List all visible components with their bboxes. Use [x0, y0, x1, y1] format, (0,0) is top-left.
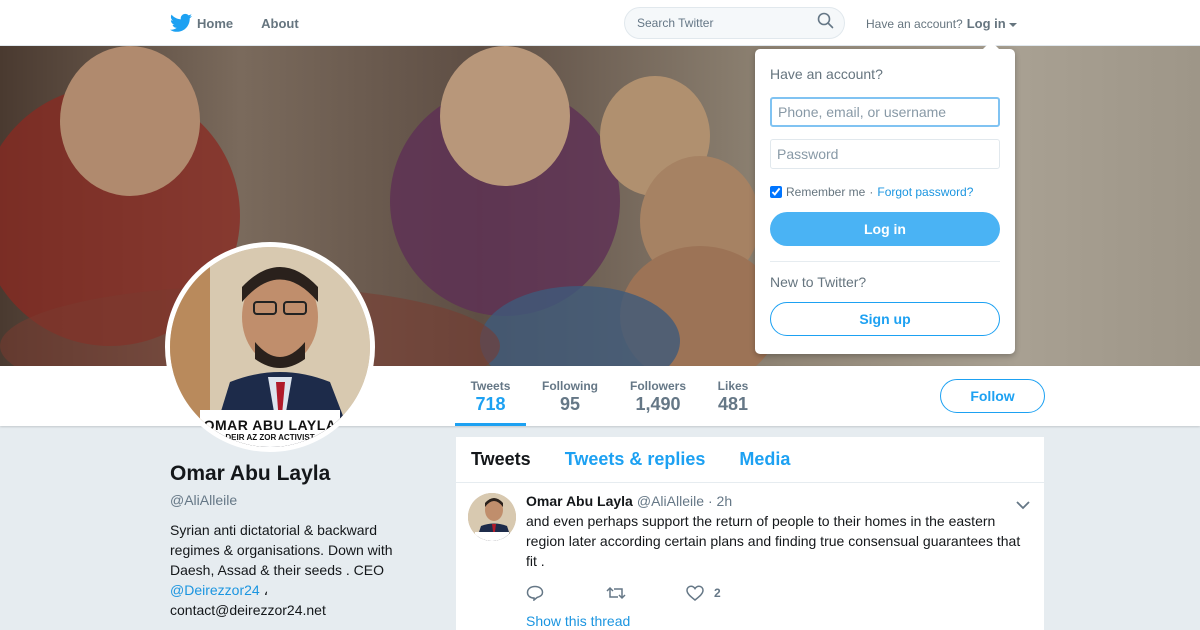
stat-followers[interactable]: Followers 1,490 [623, 366, 693, 426]
stat-likes[interactable]: Likes 481 [710, 366, 756, 426]
divider [770, 261, 1000, 262]
remember-me-row: Remember me · Forgot password? [770, 185, 1000, 199]
profile-handle[interactable]: @AliAlleile [170, 492, 420, 508]
caret-down-icon [1008, 22, 1017, 27]
forgot-password-link[interactable]: Forgot password? [877, 185, 973, 199]
login-dropdown-toggle[interactable]: Log in [967, 16, 1017, 31]
stat-value: 481 [717, 394, 749, 414]
remember-me-checkbox[interactable] [770, 186, 782, 198]
search-icon[interactable] [817, 12, 834, 34]
tweet-timestamp[interactable]: · 2h [708, 493, 732, 509]
reply-icon [526, 585, 544, 601]
tab-media[interactable]: Media [739, 449, 790, 470]
banner-shape [440, 46, 570, 186]
bio-text: Syrian anti dictatorial & backward regim… [170, 522, 393, 578]
stat-value: 718 [475, 394, 506, 414]
stat-value: 1,490 [635, 394, 681, 414]
heart-icon [686, 585, 704, 601]
chevron-down-icon[interactable] [1016, 497, 1030, 515]
bio-mention-link[interactable]: @Deirezzor24 [170, 582, 260, 598]
about-link[interactable]: About [261, 16, 299, 31]
stat-tweets[interactable]: Tweets 718 [455, 366, 526, 426]
tweet-author-handle[interactable]: @AliAlleile [637, 493, 704, 509]
dropdown-heading: Have an account? [770, 66, 883, 82]
username-field[interactable] [770, 97, 1000, 127]
tweet-actions: 2 [526, 583, 1032, 603]
tweet-header: Omar Abu Layla @AliAlleile · 2h [526, 493, 1032, 509]
stat-label: Followers [629, 379, 686, 393]
tab-tweets[interactable]: Tweets [471, 449, 531, 470]
account-prompt: Have an account? Log in [866, 16, 1017, 31]
follow-button[interactable]: Follow [940, 379, 1045, 413]
bio-separator: ، [263, 582, 269, 598]
show-thread-link[interactable]: Show this thread [526, 613, 1032, 629]
password-field[interactable] [770, 139, 1000, 169]
profile-bio: Syrian anti dictatorial & backward regim… [170, 520, 420, 620]
nav-left: Home About [170, 0, 327, 46]
separator: · [869, 185, 874, 199]
have-account-text: Have an account? [866, 16, 963, 31]
signup-button[interactable]: Sign up [770, 302, 1000, 336]
stat-value: 95 [559, 394, 581, 414]
avatar-caption-title: DEIR AZ ZOR ACTIVIST [225, 433, 315, 442]
remember-me-label[interactable]: Remember me [786, 185, 865, 199]
top-navigation-bar: Home About Have an account? Log in [0, 0, 1200, 46]
tweet-text: and even perhaps support the return of p… [526, 513, 1021, 569]
tweet-author-name[interactable]: Omar Abu Layla [526, 493, 633, 509]
reply-button[interactable] [526, 585, 606, 601]
login-button[interactable]: Log in [770, 212, 1000, 246]
stat-following[interactable]: Following 95 [535, 366, 605, 426]
timeline-tabs: Tweets Tweets & replies Media [456, 437, 1044, 483]
profile-name[interactable]: Omar Abu Layla [170, 462, 420, 486]
search-input[interactable] [637, 16, 817, 30]
timeline: Tweets Tweets & replies Media Omar Abu L… [456, 437, 1044, 630]
tab-tweets-replies[interactable]: Tweets & replies [565, 449, 706, 470]
login-dropdown: Have an account? Remember me · Forgot pa… [755, 41, 1015, 354]
avatar-caption-name: OMAR ABU LAYLA [203, 417, 337, 433]
profile-bio-card: Omar Abu Layla @AliAlleile Syrian anti d… [170, 462, 420, 620]
stat-label: Tweets [470, 379, 511, 393]
stat-label: Following [542, 379, 598, 393]
new-to-twitter-text: New to Twitter? [770, 274, 867, 290]
search-box[interactable] [624, 7, 845, 39]
tweet[interactable]: Omar Abu Layla @AliAlleile · 2h and even… [456, 483, 1044, 629]
retweet-button[interactable] [606, 585, 686, 601]
home-link[interactable]: Home [170, 13, 233, 33]
login-link-label: Log in [966, 16, 1006, 31]
banner-shape [60, 46, 200, 196]
profile-avatar[interactable]: OMAR ABU LAYLA DEIR AZ ZOR ACTIVIST [165, 242, 375, 452]
bio-email: contact@deirezzor24.net [170, 602, 326, 618]
twitter-bird-icon [170, 13, 192, 33]
retweet-icon [606, 586, 626, 600]
like-count: 2 [714, 586, 721, 600]
tweet-avatar[interactable] [468, 493, 516, 541]
stat-label: Likes [717, 379, 749, 393]
home-label: Home [197, 15, 234, 31]
like-button[interactable]: 2 [686, 585, 766, 601]
